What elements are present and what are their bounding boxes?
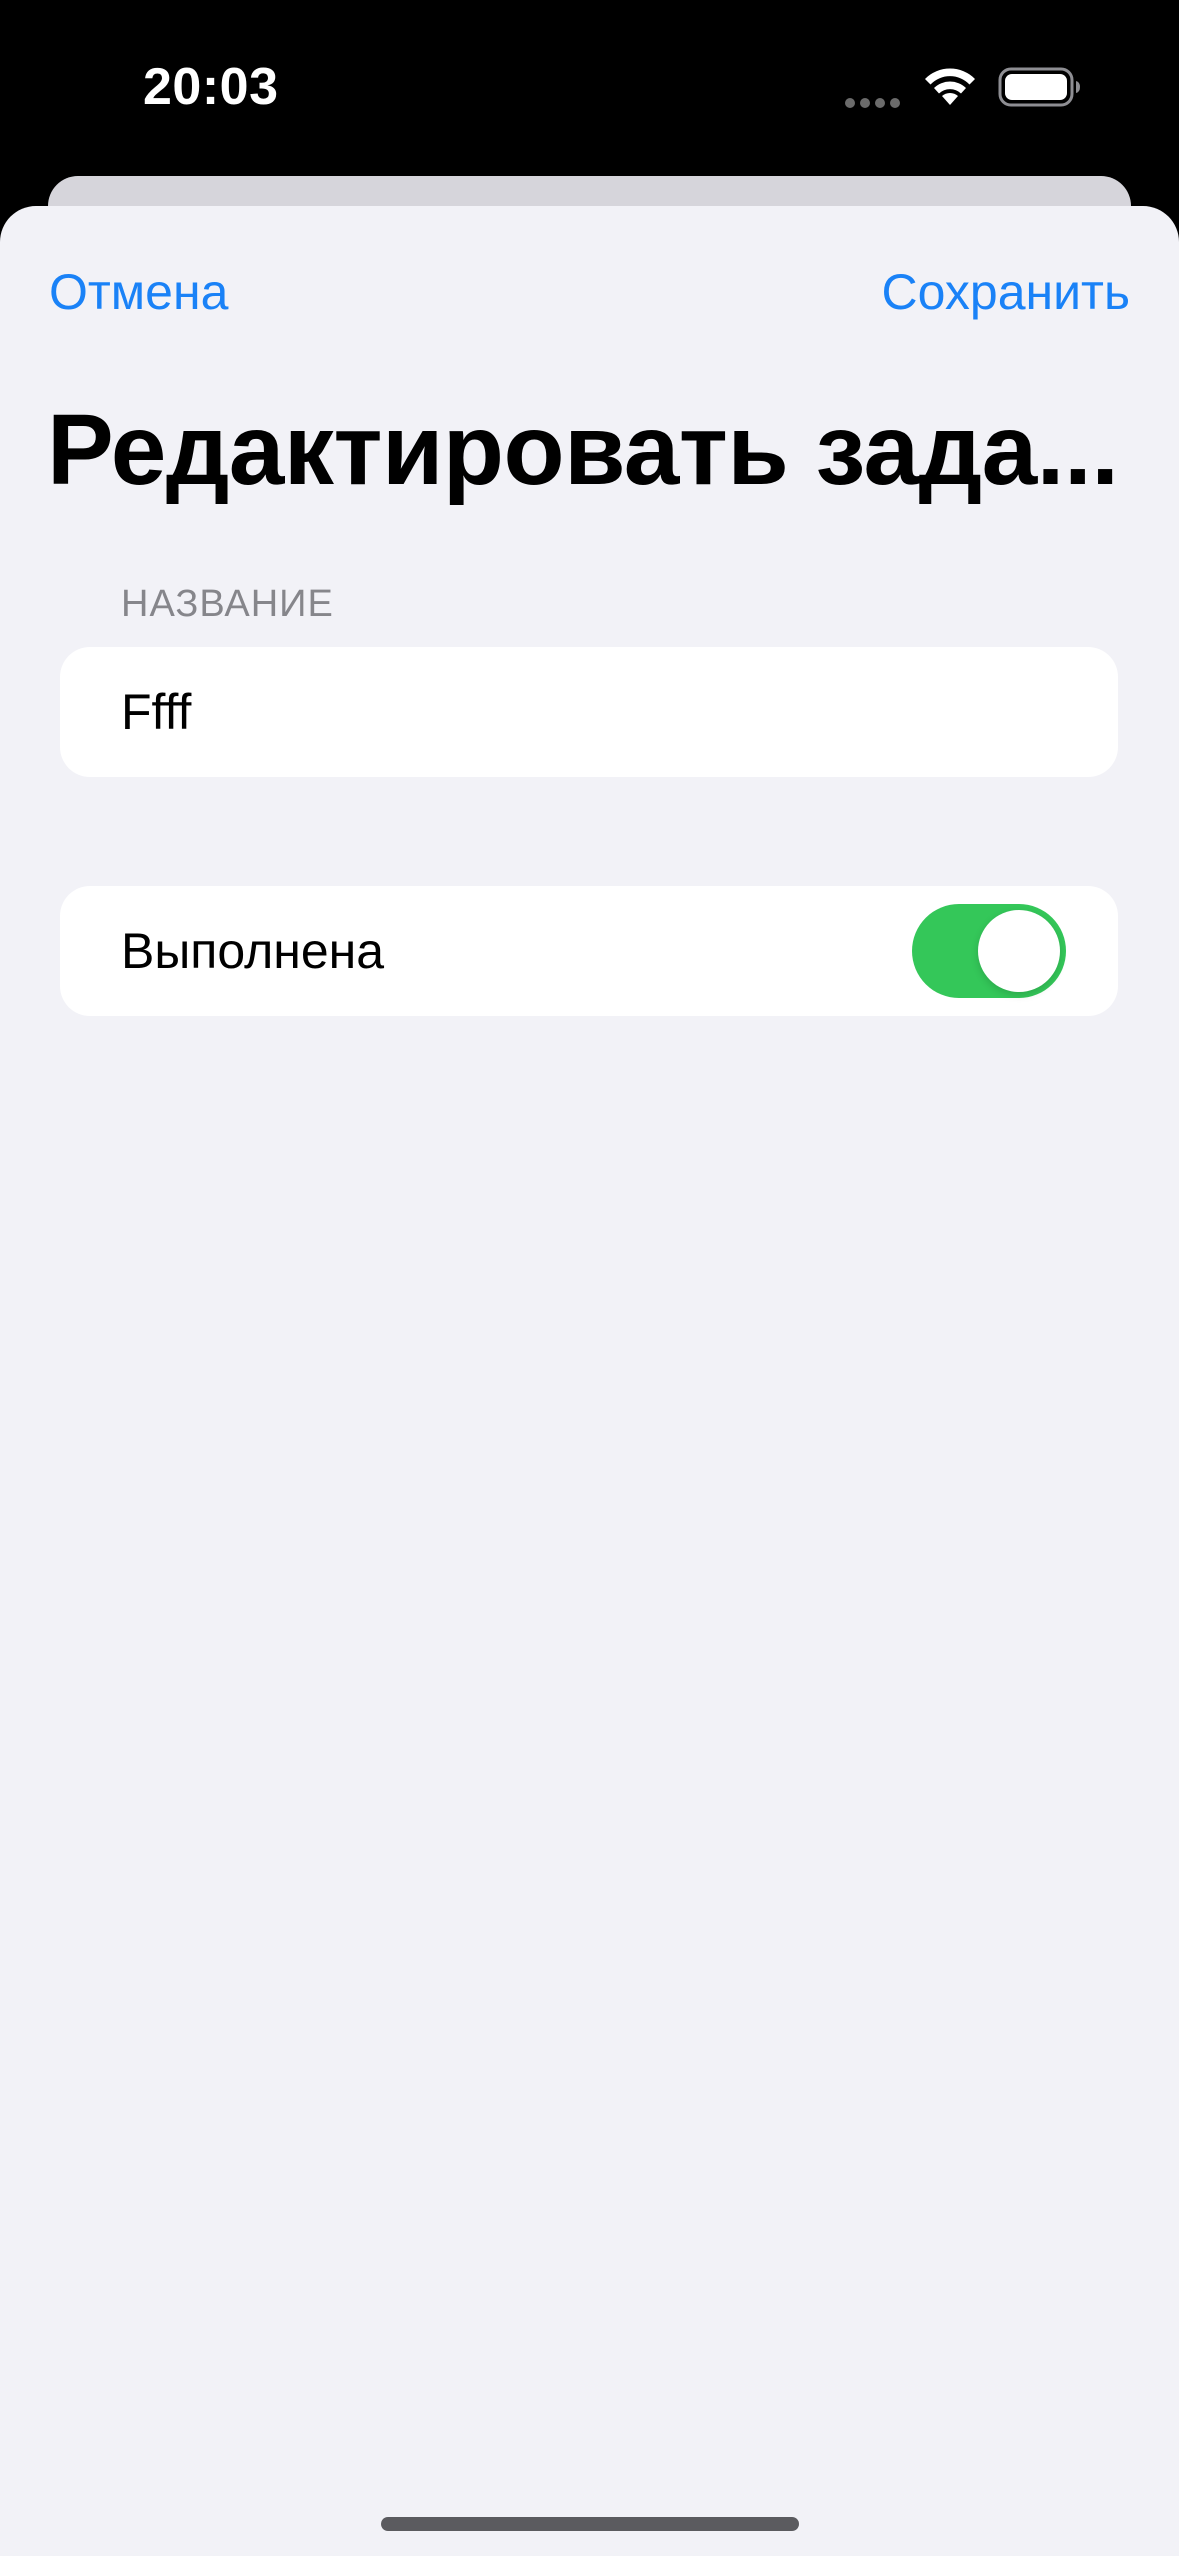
screen: 20:03 Отмена Сохранить Редактировать зад… bbox=[0, 0, 1179, 2556]
home-indicator[interactable] bbox=[381, 2517, 799, 2531]
wifi-icon bbox=[925, 68, 975, 105]
status-time: 20:03 bbox=[143, 58, 279, 116]
battery-icon bbox=[998, 67, 1080, 107]
toggle-knob bbox=[978, 910, 1060, 992]
completed-label: Выполнена bbox=[121, 923, 385, 979]
edit-task-sheet bbox=[0, 206, 1179, 2556]
name-section-header: НАЗВАНИЕ bbox=[121, 583, 334, 625]
completed-row: Выполнена bbox=[60, 886, 1118, 1016]
cancel-button[interactable]: Отмена bbox=[49, 262, 228, 322]
name-field-card bbox=[60, 647, 1118, 777]
completed-toggle[interactable] bbox=[912, 904, 1066, 998]
page-title: Редактировать зада... bbox=[47, 394, 1119, 506]
signal-dots-icon bbox=[845, 95, 905, 108]
task-name-input[interactable] bbox=[121, 677, 1061, 747]
save-button[interactable]: Сохранить bbox=[882, 262, 1130, 322]
